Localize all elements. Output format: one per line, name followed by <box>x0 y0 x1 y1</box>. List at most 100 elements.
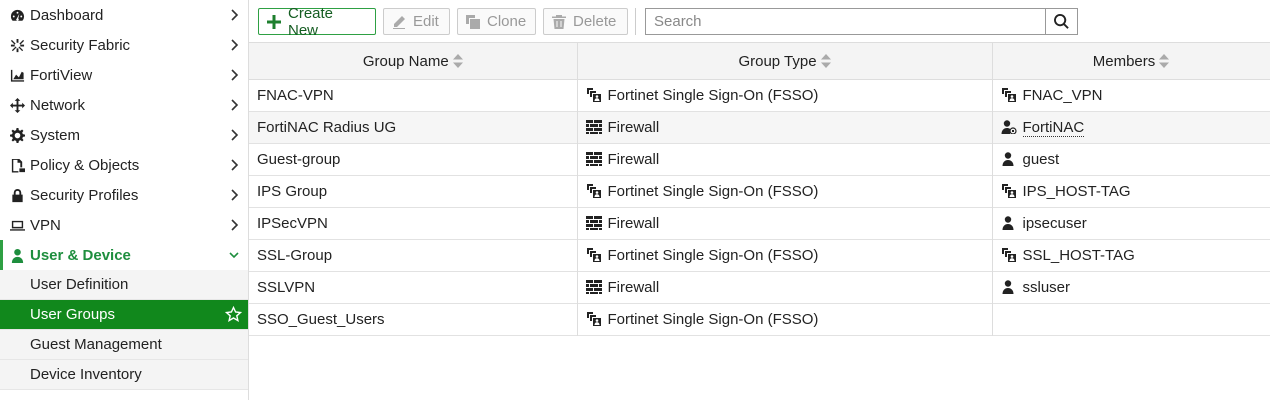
sidebar-subitem-device-inventory[interactable]: Device Inventory <box>0 360 248 390</box>
fsso-icon <box>586 88 602 102</box>
cell-group-name: SSLVPN <box>249 271 578 304</box>
clone-button[interactable]: Clone <box>457 8 536 35</box>
table-row[interactable]: SSLVPN Firewall ssluser <box>249 271 1270 304</box>
radius-user-icon <box>1001 120 1017 135</box>
firewall-icon <box>585 216 602 230</box>
table-row[interactable]: SSO_Guest_Users Fortinet Single Sign-On (… <box>249 303 1270 336</box>
group-type: Fortinet Single Sign-On (FSSO) <box>607 183 819 200</box>
sort-icon <box>820 53 831 68</box>
table-header-row: Group Name Group Type Members <box>249 42 1270 80</box>
group-type: Fortinet Single Sign-On (FSSO) <box>607 311 819 328</box>
table-row[interactable]: IPS Group Fortinet Single Sign-On (FSSO) I… <box>249 175 1270 208</box>
group-name: SSL-Group <box>257 247 333 264</box>
member-name: SSL_HOST-TAG <box>1022 247 1135 264</box>
fsso-icon <box>586 184 602 198</box>
delete-label: Delete <box>573 13 617 30</box>
sidebar-item-fortiview[interactable]: FortiView <box>0 60 248 90</box>
cell-group-name: IPSecVPN <box>249 207 578 240</box>
group-name: IPSecVPN <box>257 215 328 232</box>
sidebar-item-label: Security Fabric <box>30 36 131 54</box>
pencil-icon <box>392 15 406 29</box>
sidebar-subitem-guest-management[interactable]: Guest Management <box>0 330 248 360</box>
cell-group-name: IPS Group <box>249 175 578 208</box>
delete-button[interactable]: Delete <box>543 8 628 35</box>
column-header-label: Group Type <box>738 52 817 70</box>
trash-icon <box>552 14 566 29</box>
member-name: ssluser <box>1022 279 1071 296</box>
group-type: Firewall <box>607 279 660 296</box>
sidebar-item-label: Policy & Objects <box>30 156 140 174</box>
cell-group-type: Firewall <box>577 143 993 176</box>
sidebar-item-label: VPN <box>30 216 61 234</box>
lock-icon <box>8 187 26 203</box>
table-row[interactable]: IPSecVPN Firewall ipsecuser <box>249 207 1270 240</box>
sidebar-item-network[interactable]: Network <box>0 90 248 120</box>
search-icon <box>1054 14 1069 29</box>
cell-group-type: Fortinet Single Sign-On (FSSO) <box>577 79 993 112</box>
sidebar-subitem-user-definition[interactable]: User Definition <box>0 270 248 300</box>
sidebar-subitem-label: User Definition <box>30 276 129 293</box>
sidebar-item-security-fabric[interactable]: Security Fabric <box>0 30 248 60</box>
cell-group-name: FNAC-VPN <box>249 79 578 112</box>
column-header-group-name[interactable]: Group Name <box>249 42 578 80</box>
search-input[interactable] <box>645 8 1045 35</box>
column-header-group-type[interactable]: Group Type <box>577 42 993 80</box>
chevron-right-icon <box>228 68 240 82</box>
dashboard-icon <box>8 7 26 23</box>
sidebar-subitem-user-groups[interactable]: User Groups <box>0 300 248 330</box>
cell-members: ssluser <box>992 271 1270 304</box>
cell-group-type: Fortinet Single Sign-On (FSSO) <box>577 239 993 272</box>
cell-members <box>992 303 1270 336</box>
clone-label: Clone <box>487 13 527 30</box>
cell-members: FNAC_VPN <box>992 79 1270 112</box>
edit-button[interactable]: Edit <box>383 8 450 35</box>
group-type: Fortinet Single Sign-On (FSSO) <box>607 247 819 264</box>
group-type: Firewall <box>607 215 660 232</box>
sidebar-subitem-label: User Groups <box>30 306 116 323</box>
chevron-right-icon <box>228 128 240 142</box>
cell-group-type: Firewall <box>577 207 993 240</box>
fsso-icon <box>1001 248 1017 262</box>
gear-icon <box>8 127 26 143</box>
star-icon[interactable] <box>224 305 243 323</box>
chevron-down-icon <box>228 248 240 262</box>
sidebar-item-security-profiles[interactable]: Security Profiles <box>0 180 248 210</box>
column-header-members[interactable]: Members <box>992 42 1270 80</box>
user-icon <box>1001 280 1017 294</box>
table-row[interactable]: FortiNAC Radius UG Firewall FortiNAC <box>249 111 1270 144</box>
search-button[interactable] <box>1045 8 1078 35</box>
member-name: guest <box>1022 151 1060 168</box>
sidebar-item-system[interactable]: System <box>0 120 248 150</box>
group-name: FortiNAC Radius UG <box>257 119 397 136</box>
group-type: Fortinet Single Sign-On (FSSO) <box>607 87 819 104</box>
sidebar-item-label: Dashboard <box>30 6 104 24</box>
fsso-icon <box>586 312 602 326</box>
sidebar-item-dashboard[interactable]: Dashboard <box>0 0 248 30</box>
member-name: ipsecuser <box>1022 215 1087 232</box>
chevron-right-icon <box>228 188 240 202</box>
security-fabric-icon <box>8 37 26 53</box>
group-name: Guest-group <box>257 151 341 168</box>
sidebar-item-label: User & Device <box>30 246 131 264</box>
plus-icon <box>267 14 281 29</box>
table-row[interactable]: FNAC-VPN Fortinet Single Sign-On (FSSO) FN… <box>249 79 1270 112</box>
create-new-button[interactable]: Create New <box>258 5 376 39</box>
fsso-icon <box>586 248 602 262</box>
sort-icon <box>1159 53 1170 68</box>
member-name: IPS_HOST-TAG <box>1022 183 1131 200</box>
table-row[interactable]: SSL-Group Fortinet Single Sign-On (FSSO) S… <box>249 239 1270 272</box>
firewall-icon <box>585 152 602 166</box>
sidebar-item-user-device[interactable]: User & Device <box>0 240 248 270</box>
chevron-right-icon <box>228 98 240 112</box>
sidebar-item-label: System <box>30 126 81 144</box>
policy-icon <box>8 157 26 173</box>
cell-members: IPS_HOST-TAG <box>992 175 1270 208</box>
fsso-icon <box>1001 88 1017 102</box>
table-row[interactable]: Guest-group Firewall guest <box>249 143 1270 176</box>
cell-group-type: Fortinet Single Sign-On (FSSO) <box>577 175 993 208</box>
fsso-icon <box>1001 184 1017 198</box>
cell-group-name: SSL-Group <box>249 239 578 272</box>
cell-group-name: Guest-group <box>249 143 578 176</box>
sidebar-item-vpn[interactable]: VPN <box>0 210 248 240</box>
sidebar-item-policy-objects[interactable]: Policy & Objects <box>0 150 248 180</box>
